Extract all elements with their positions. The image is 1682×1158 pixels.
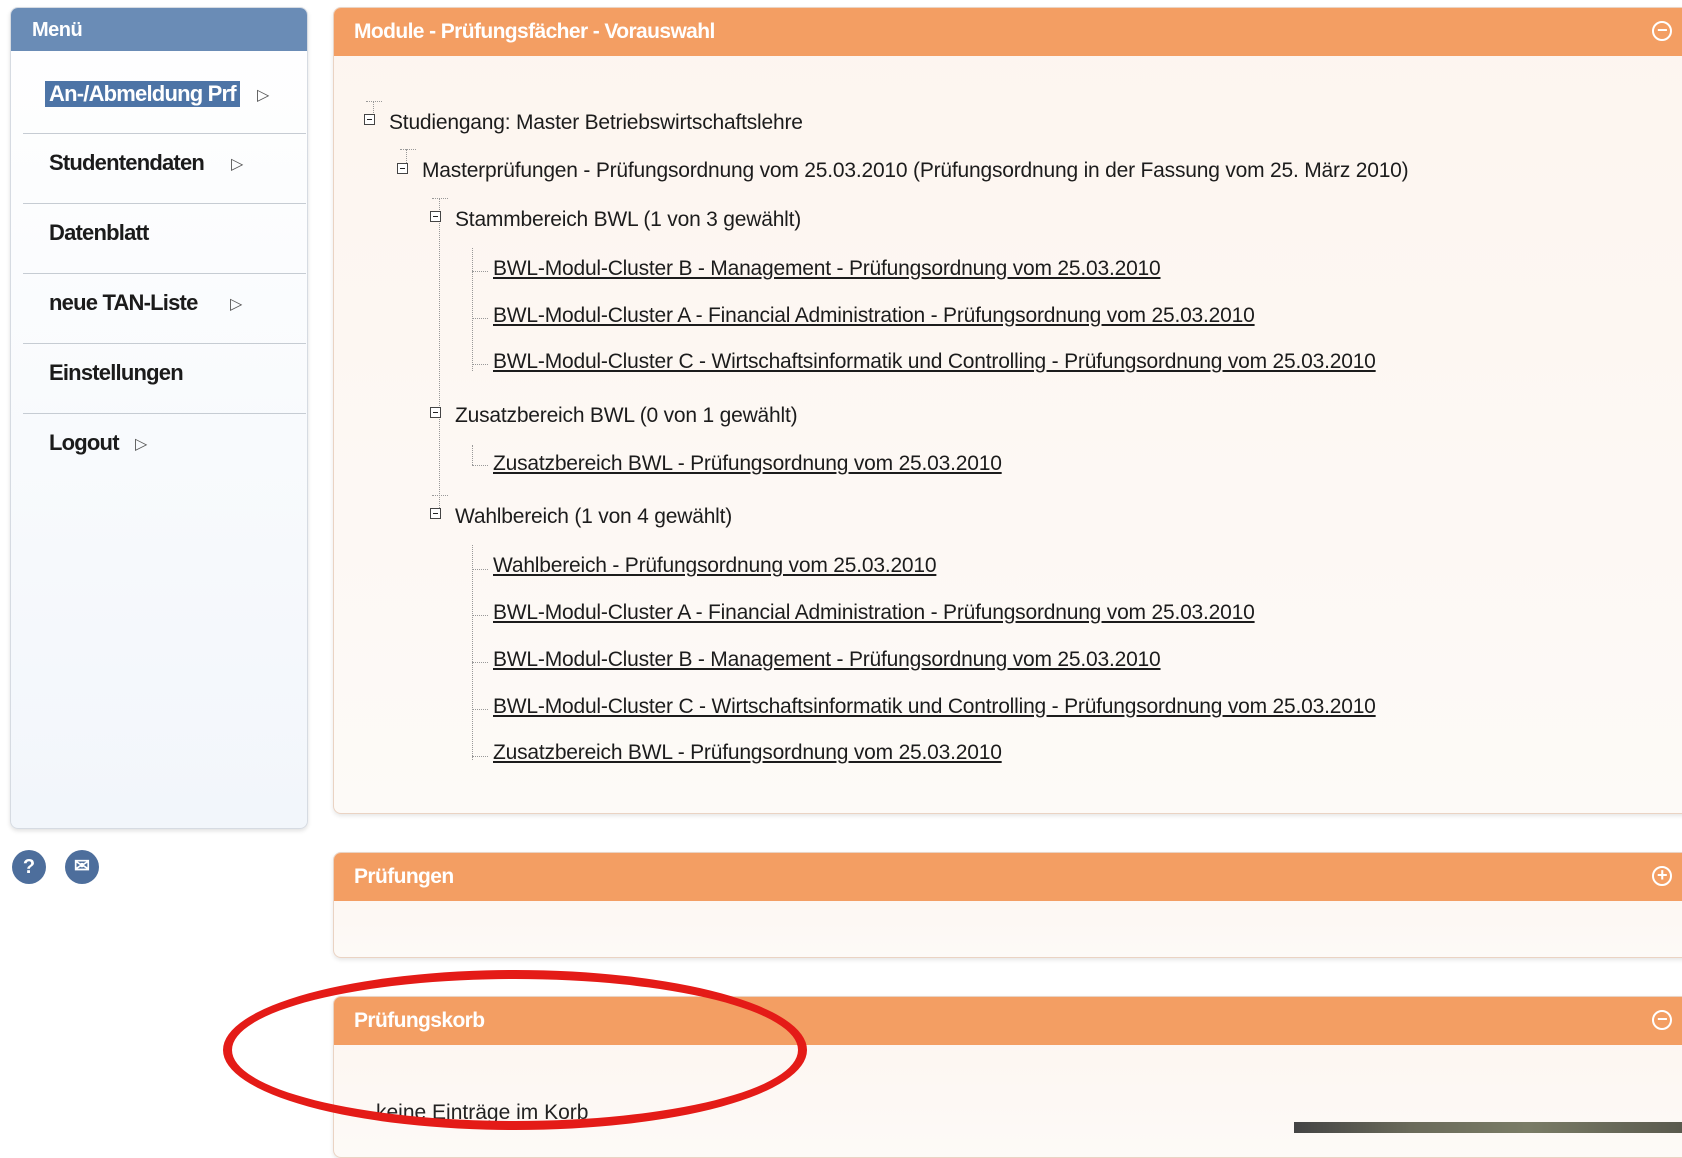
tree-connector [472, 662, 488, 663]
menu-item-studentendaten[interactable]: Studentendaten ▷ [23, 133, 306, 204]
collapse-tree-icon[interactable] [430, 211, 441, 222]
tree-node-zusatzbereich: Zusatzbereich BWL (0 von 1 gewählt) [455, 404, 798, 427]
collapse-icon[interactable]: − [1652, 21, 1672, 41]
tree-connector [472, 248, 473, 371]
menu-item-label: neue TAN-Liste [49, 290, 198, 315]
tree-connector [432, 495, 448, 496]
background-photo-fragment [1294, 1122, 1682, 1133]
tree-connector [432, 198, 448, 199]
tree-root-studiengang: Studiengang: Master Betriebswirtschaftsl… [389, 111, 803, 134]
arrow-right-icon: ▷ [231, 156, 244, 173]
tree-link-module[interactable]: Zusatzbereich BWL - Prüfungsordnung vom … [493, 741, 1002, 765]
menu-item-datenblatt[interactable]: Datenblatt [23, 203, 306, 274]
tree-connector [472, 445, 473, 465]
arrow-right-icon: ▷ [257, 87, 270, 104]
menu-item-label: Datenblatt [49, 220, 149, 245]
menu-item-an-abmeldung[interactable]: An-/Abmeldung Prf ▷ [23, 63, 306, 134]
menu-title: Menü [11, 8, 307, 51]
tree-link-module[interactable]: BWL-Modul-Cluster B - Management - Prüfu… [493, 648, 1161, 672]
menu-item-logout[interactable]: Logout ▷ [23, 413, 306, 483]
tree-node-stammbereich: Stammbereich BWL (1 von 3 gewählt) [455, 208, 802, 231]
tree-connector [406, 149, 407, 163]
arrow-right-icon: ▷ [230, 296, 243, 313]
tree-connector [366, 101, 382, 102]
menu-item-label: Logout [49, 430, 120, 455]
tree-connector [472, 709, 488, 710]
mail-icon[interactable]: ✉ [65, 850, 99, 884]
menu-item-label: An-/Abmeldung Prf [45, 81, 240, 107]
pruefungen-panel: Prüfungen + [333, 852, 1682, 958]
tree-connector [439, 198, 440, 518]
tree-connector [472, 465, 488, 466]
tree-node-wahlbereich: Wahlbereich (1 von 4 gewählt) [455, 505, 733, 528]
tree-connector [472, 318, 488, 319]
tree-link-module[interactable]: Zusatzbereich BWL - Prüfungsordnung vom … [493, 452, 1002, 476]
tree-node-masterpruefungen: Masterprüfungen - Prüfungsordnung vom 25… [422, 159, 1409, 182]
tree-link-module[interactable]: BWL-Modul-Cluster C - Wirtschaftsinforma… [493, 350, 1376, 374]
tree-connector [472, 271, 488, 272]
collapse-icon[interactable]: − [1652, 1010, 1672, 1030]
tree-connector [400, 149, 416, 150]
tree-link-module[interactable]: BWL-Modul-Cluster A - Financial Administ… [493, 601, 1255, 625]
annotation-ellipse [223, 970, 807, 1130]
collapse-tree-icon[interactable] [397, 163, 408, 174]
collapse-tree-icon[interactable] [430, 407, 441, 418]
module-panel-header[interactable]: Module - Prüfungsfächer - Vorauswahl − [334, 8, 1682, 56]
collapse-tree-icon[interactable] [430, 508, 441, 519]
arrow-right-icon: ▷ [135, 436, 148, 453]
tree-connector [472, 569, 488, 570]
menu-item-label: Studentendaten [49, 150, 205, 175]
pruefungen-panel-header[interactable]: Prüfungen + [334, 853, 1682, 901]
menu-item-label: Einstellungen [49, 360, 184, 385]
tree-link-module[interactable]: BWL-Modul-Cluster A - Financial Administ… [493, 304, 1255, 328]
module-panel-title: Module - Prüfungsfächer - Vorauswahl [354, 20, 715, 43]
menu-item-tan-liste[interactable]: neue TAN-Liste ▷ [23, 273, 306, 344]
collapse-tree-icon[interactable] [364, 114, 375, 125]
module-panel: Module - Prüfungsfächer - Vorauswahl − S… [333, 7, 1682, 814]
menu-item-einstellungen[interactable]: Einstellungen [23, 343, 306, 414]
expand-icon[interactable]: + [1652, 866, 1672, 886]
tree-connector [472, 364, 488, 365]
tree-connector [472, 615, 488, 616]
tree-link-module[interactable]: BWL-Modul-Cluster B - Management - Prüfu… [493, 257, 1161, 281]
tree-connector [472, 545, 473, 760]
sidebar-menu: Menü An-/Abmeldung Prf ▷ Studentendaten … [10, 7, 308, 829]
pruefungen-panel-title: Prüfungen [354, 865, 454, 888]
help-icon[interactable]: ? [12, 850, 46, 884]
tree-link-module[interactable]: BWL-Modul-Cluster C - Wirtschaftsinforma… [493, 695, 1376, 719]
tree-link-module[interactable]: Wahlbereich - Prüfungsordnung vom 25.03.… [493, 554, 937, 578]
tree-connector [373, 101, 374, 115]
tree-connector [472, 756, 488, 757]
